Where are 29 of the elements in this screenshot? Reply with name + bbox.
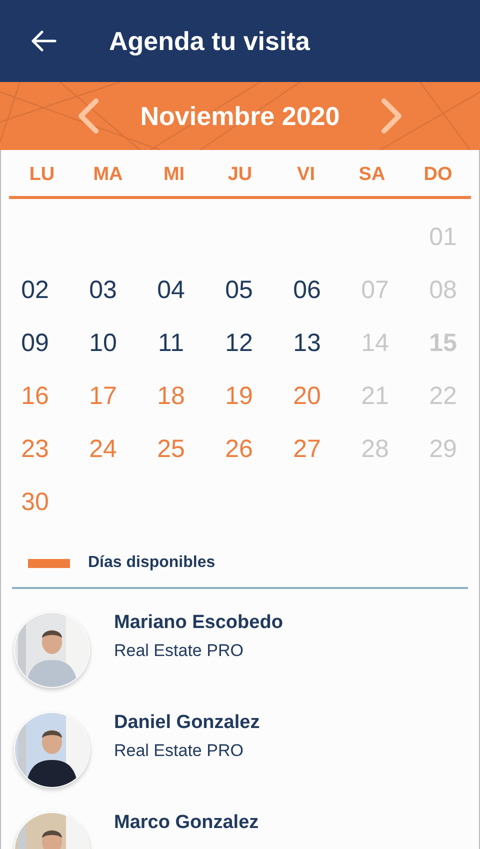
previous-month-icon[interactable]	[76, 98, 100, 134]
calendar-day[interactable]: 06	[273, 264, 341, 317]
month-title: Noviembre 2020	[140, 100, 340, 132]
calendar-day[interactable]: 02	[1, 264, 69, 317]
weekday-label: LU	[28, 163, 56, 186]
back-icon[interactable]	[29, 29, 57, 53]
agent-role: Real Estate PRO	[114, 741, 244, 761]
weekday-label: MA	[92, 163, 124, 186]
next-month-icon[interactable]	[380, 98, 404, 134]
screen-title: Agenda tu visita	[109, 26, 310, 56]
calendar-day[interactable]: 11	[137, 317, 205, 370]
calendar-day[interactable]: 05	[205, 264, 273, 317]
legend-swatch	[28, 558, 70, 568]
legend-label: Días disponibles	[88, 554, 216, 572]
agent-role: Real Estate PRO	[114, 641, 244, 661]
weekday-label: DO	[422, 163, 454, 186]
calendar-day[interactable]: 12	[205, 317, 273, 370]
calendar-day[interactable]: 09	[1, 317, 69, 370]
calendar-day[interactable]: 10	[69, 317, 137, 370]
weekday-label: VI	[296, 163, 316, 186]
calendar-day[interactable]: 03	[69, 264, 137, 317]
weekday-label: SA	[358, 163, 386, 186]
agent-name[interactable]: Marco Gonzalez	[114, 812, 259, 834]
agent-name[interactable]: Mariano Escobedo	[114, 612, 283, 634]
calendar-day[interactable]: 04	[137, 264, 205, 317]
weekday-label: MI	[162, 163, 186, 186]
weekday-label: JU	[226, 163, 254, 186]
calendar-day[interactable]: 13	[273, 317, 341, 370]
agent-name[interactable]: Daniel Gonzalez	[114, 712, 260, 734]
